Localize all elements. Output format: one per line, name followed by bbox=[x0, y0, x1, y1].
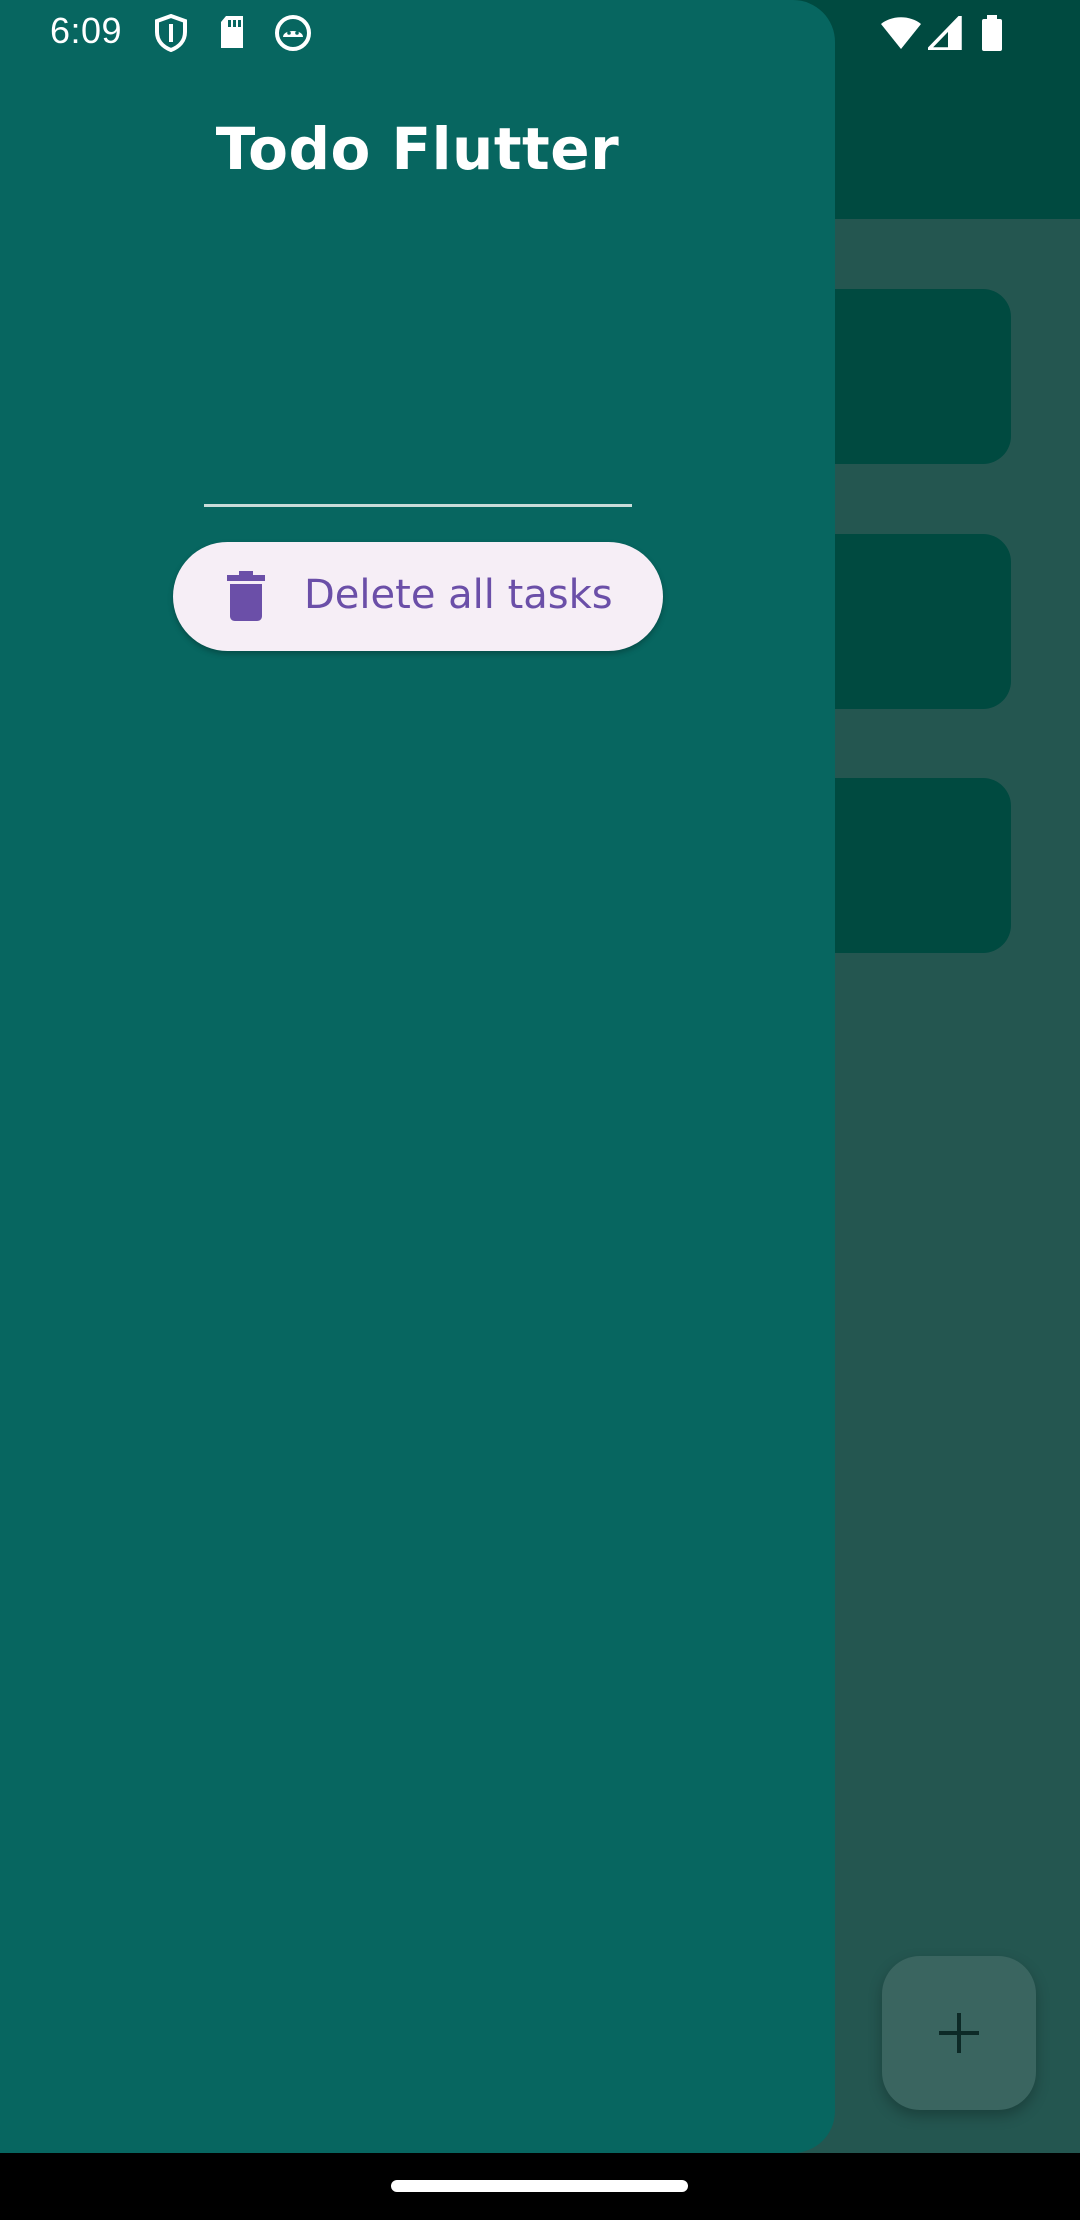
android-debug-icon bbox=[275, 15, 311, 51]
drawer-divider bbox=[204, 504, 632, 507]
plus-icon bbox=[939, 2013, 979, 2053]
system-nav-bar bbox=[0, 2153, 1080, 2220]
home-gesture-handle[interactable] bbox=[391, 2180, 688, 2192]
add-task-button[interactable] bbox=[882, 1956, 1036, 2110]
navigation-drawer: Todo Flutter Delete all tasks bbox=[0, 0, 835, 2153]
wifi-icon bbox=[881, 17, 921, 49]
delete-button-label: Delete all tasks bbox=[304, 572, 613, 618]
battery-icon bbox=[982, 15, 1002, 51]
sd-card-icon bbox=[221, 16, 243, 48]
status-bar: 6:09 bbox=[0, 0, 1080, 66]
delete-all-tasks-button[interactable]: Delete all tasks bbox=[173, 542, 663, 651]
trash-icon bbox=[227, 571, 265, 621]
cell-signal-icon bbox=[928, 16, 962, 50]
shield-icon bbox=[155, 14, 187, 52]
drawer-title: Todo Flutter bbox=[215, 115, 620, 183]
status-time: 6:09 bbox=[50, 10, 123, 51]
